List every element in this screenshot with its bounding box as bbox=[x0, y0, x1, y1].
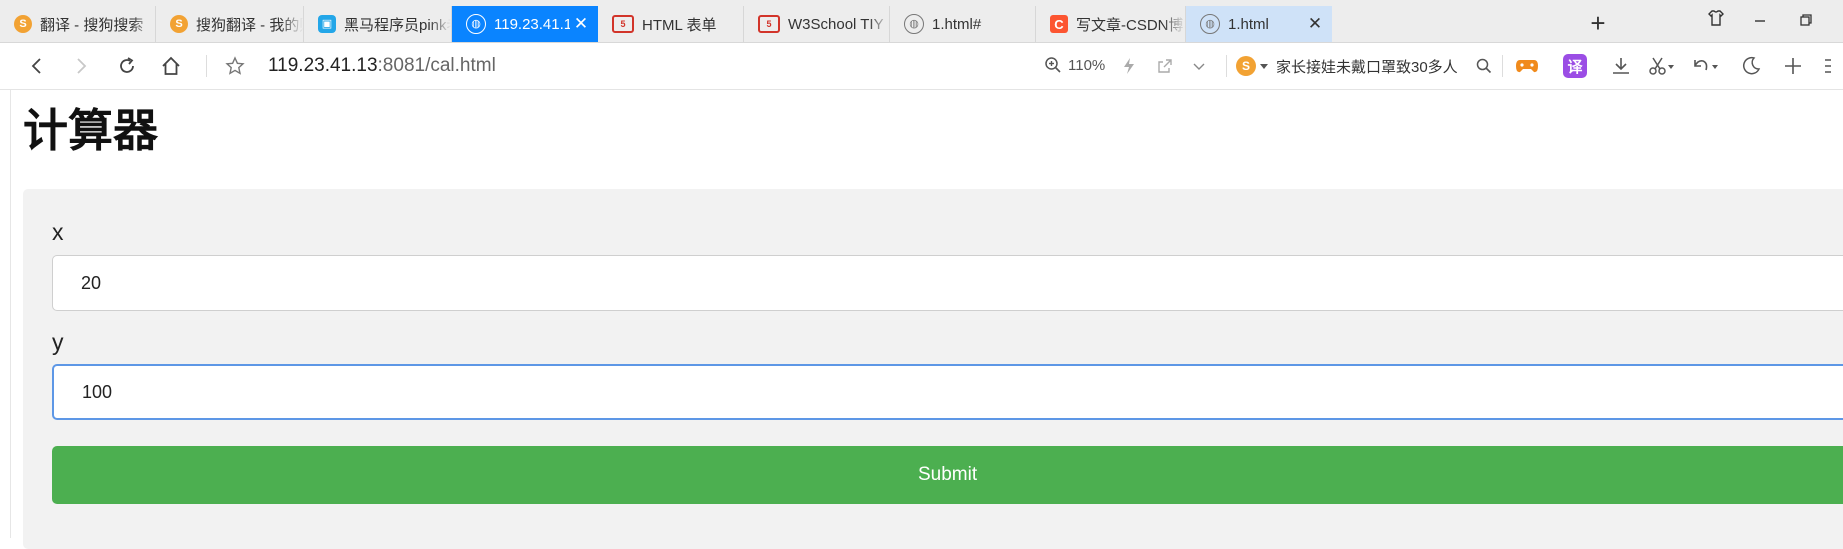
download-icon[interactable] bbox=[1606, 51, 1636, 81]
restore-button[interactable] bbox=[1786, 8, 1826, 38]
page-left-border bbox=[10, 90, 11, 538]
back-button[interactable] bbox=[20, 49, 54, 83]
tab-w3school-tiy[interactable]: 5 W3School TIY E bbox=[744, 6, 890, 42]
navigation-bar: 119.23.41.13:8081/cal.html 110% S 家长接娃未戴… bbox=[0, 43, 1843, 90]
csdn-icon: C bbox=[1050, 15, 1068, 33]
tab-strip: S 翻译 - 搜狗搜索 S 搜狗翻译 - 我的贴 ▣ 黑马程序员pink老 ◍ … bbox=[0, 0, 1843, 43]
bookmark-star-icon[interactable] bbox=[218, 49, 252, 83]
new-tab-button[interactable]: + bbox=[1582, 8, 1614, 40]
caret-down-icon bbox=[1260, 64, 1268, 69]
close-tab-icon[interactable]: ✕ bbox=[1304, 14, 1326, 34]
dark-mode-moon-icon[interactable] bbox=[1736, 51, 1766, 81]
tab-label: 119.23.41.13:8081 bbox=[494, 15, 570, 33]
close-tab-icon[interactable]: ✕ bbox=[570, 14, 592, 34]
zoom-indicator[interactable]: 110% bbox=[1044, 56, 1105, 74]
lightning-icon[interactable] bbox=[1114, 51, 1144, 81]
tab-label: W3School TIY E bbox=[788, 15, 889, 33]
w3school-icon: 5 bbox=[758, 15, 780, 33]
skin-icon[interactable] bbox=[1696, 8, 1736, 38]
tab-label: HTML 表单 bbox=[642, 16, 717, 34]
add-icon[interactable] bbox=[1778, 51, 1808, 81]
x-label: x bbox=[52, 219, 64, 245]
zoom-level: 110% bbox=[1068, 56, 1106, 74]
address-bar-url[interactable]: 119.23.41.13:8081/cal.html bbox=[268, 55, 496, 77]
y-label: y bbox=[52, 329, 64, 355]
scissors-icon[interactable] bbox=[1646, 51, 1676, 81]
x-input[interactable] bbox=[52, 255, 1843, 311]
bilibili-icon: ▣ bbox=[318, 15, 336, 33]
home-button[interactable] bbox=[154, 49, 188, 83]
submit-button[interactable]: Submit bbox=[52, 446, 1843, 504]
globe-icon: ◍ bbox=[1200, 14, 1220, 34]
search-box[interactable]: S 家长接娃未戴口罩致30多人 bbox=[1236, 52, 1494, 80]
sogou-icon: S bbox=[170, 15, 188, 33]
tab-bilibili[interactable]: ▣ 黑马程序员pink老 bbox=[304, 6, 452, 42]
tab-label: 1.html bbox=[1228, 15, 1269, 33]
tab-label: 1.html# bbox=[932, 15, 982, 33]
tab-1-html-hash[interactable]: ◍ 1.html# bbox=[890, 6, 1036, 42]
tab-sogou-translate[interactable]: S 搜狗翻译 - 我的贴 bbox=[156, 6, 304, 42]
divider bbox=[1502, 55, 1503, 77]
globe-icon: ◍ bbox=[904, 14, 924, 34]
chevron-down-icon[interactable] bbox=[1184, 51, 1214, 81]
share-icon[interactable] bbox=[1150, 51, 1180, 81]
tab-label: 写文章-CSDN博客 bbox=[1076, 16, 1185, 34]
tab-label: 黑马程序员pink老 bbox=[344, 16, 451, 34]
globe-icon: ◍ bbox=[466, 14, 486, 34]
search-query: 家长接娃未戴口罩致30多人 bbox=[1276, 58, 1458, 76]
divider bbox=[1226, 55, 1227, 77]
forward-button[interactable] bbox=[64, 49, 98, 83]
game-controller-icon[interactable] bbox=[1512, 51, 1542, 81]
url-path: :8081/cal.html bbox=[377, 55, 496, 76]
tab-label: 搜狗翻译 - 我的贴 bbox=[196, 16, 303, 34]
translate-icon[interactable]: 译 bbox=[1560, 51, 1590, 81]
y-input[interactable] bbox=[52, 364, 1843, 420]
tab-label: 翻译 - 搜狗搜索 bbox=[40, 16, 144, 34]
sogou-search-icon: S bbox=[1236, 56, 1256, 76]
undo-icon[interactable] bbox=[1690, 51, 1720, 81]
tab-csdn[interactable]: C 写文章-CSDN博客 bbox=[1036, 6, 1186, 42]
page-title: 计算器 bbox=[23, 105, 159, 156]
sogou-icon: S bbox=[14, 15, 32, 33]
tab-cal-active[interactable]: ◍ 119.23.41.13:8081 ✕ bbox=[452, 6, 598, 42]
tab-1-html[interactable]: ◍ 1.html ✕ bbox=[1186, 6, 1332, 42]
reload-button[interactable] bbox=[110, 49, 144, 83]
w3school-icon: 5 bbox=[612, 15, 634, 33]
zoom-in-icon bbox=[1045, 57, 1061, 73]
tab-sogou-search[interactable]: S 翻译 - 搜狗搜索 bbox=[0, 6, 156, 42]
divider bbox=[206, 55, 207, 77]
menu-icon[interactable] bbox=[1818, 51, 1838, 81]
minimize-button[interactable] bbox=[1740, 8, 1780, 38]
url-host: 119.23.41.13 bbox=[268, 55, 378, 76]
tab-html-form[interactable]: 5 HTML 表单 bbox=[598, 6, 744, 42]
search-icon[interactable] bbox=[1476, 58, 1492, 74]
